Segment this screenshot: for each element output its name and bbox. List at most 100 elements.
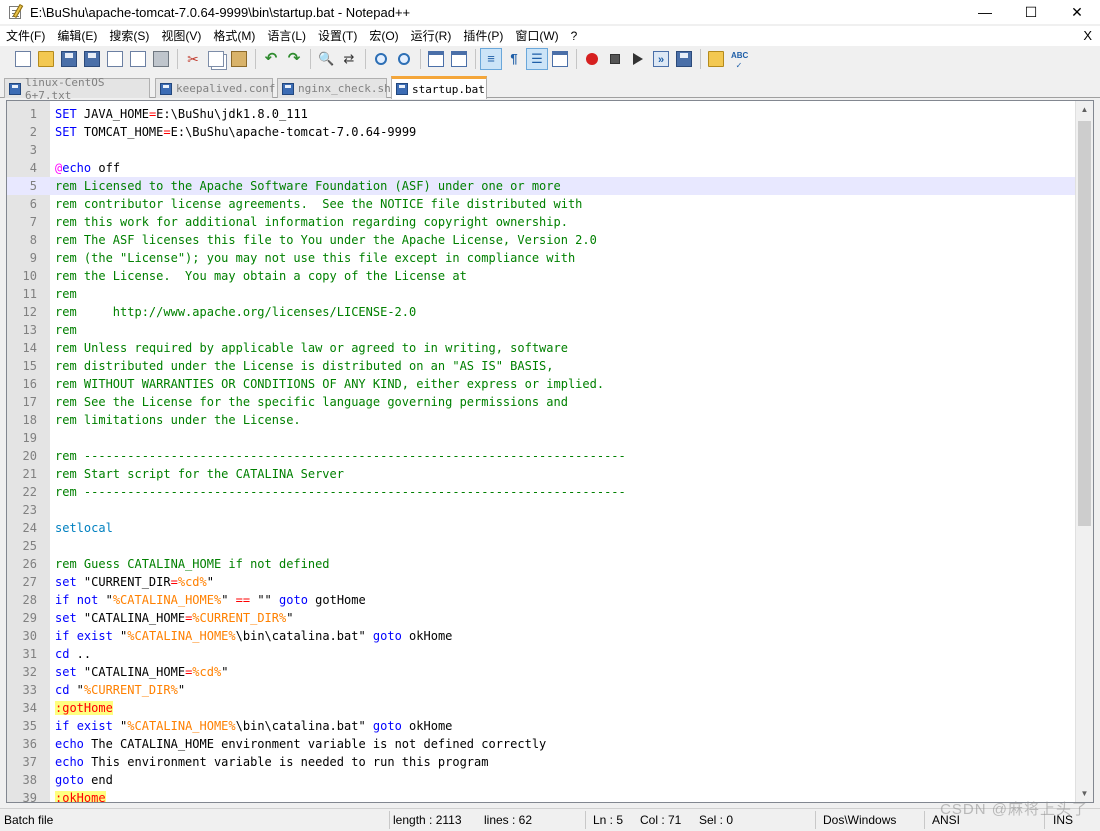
scroll-up-icon[interactable]: ▲: [1076, 101, 1093, 118]
code-line[interactable]: 20 rem ----------------------------------…: [7, 447, 1075, 465]
sync-vertical-button[interactable]: [425, 48, 447, 70]
save-button[interactable]: [58, 48, 80, 70]
scrollbar-thumb[interactable]: [1078, 121, 1091, 526]
tab-bar: linux-CentOS 6+7.txt keepalived.conf ngi…: [0, 74, 1100, 102]
code-line[interactable]: 34:gotHome: [7, 699, 1075, 717]
code-line[interactable]: 3: [7, 141, 1075, 159]
menu-view[interactable]: 视图(V): [155, 26, 207, 46]
tab-startup-bat[interactable]: startup.bat: [391, 76, 487, 99]
stop-record-button[interactable]: [604, 48, 626, 70]
save-all-button[interactable]: [81, 48, 103, 70]
code-line[interactable]: 4 @echo off: [7, 159, 1075, 177]
vertical-scrollbar[interactable]: ▲ ▼: [1075, 101, 1093, 802]
code-line[interactable]: 9 rem (the "License"); you may not use th…: [7, 249, 1075, 267]
find-button[interactable]: 🔍: [315, 48, 337, 70]
tab-nginx-check[interactable]: nginx_check.sh: [277, 78, 391, 98]
close-window-button[interactable]: ✕: [1054, 0, 1100, 24]
doc-map-button[interactable]: [549, 48, 571, 70]
tab-keepalived[interactable]: keepalived.conf: [155, 78, 275, 98]
code-line[interactable]: 25: [7, 537, 1075, 555]
menu-language[interactable]: 语言(L): [261, 26, 312, 46]
tab-linux-centos[interactable]: linux-CentOS 6+7.txt: [4, 76, 150, 102]
close-document-button[interactable]: X: [1083, 26, 1092, 46]
indent-guide-button[interactable]: ☰: [526, 48, 548, 70]
code-line[interactable]: 7 rem this work for additional informatio…: [7, 213, 1075, 231]
open-file-location-button[interactable]: [705, 48, 727, 70]
code-line[interactable]: 16 rem WITHOUT WARRANTIES OR CONDITIONS O…: [7, 375, 1075, 393]
save-macro-button[interactable]: [673, 48, 695, 70]
menu-plugins[interactable]: 插件(P): [457, 26, 509, 46]
sync-horizontal-button[interactable]: [448, 48, 470, 70]
menu-format[interactable]: 格式(M): [207, 26, 261, 46]
menu-search[interactable]: 搜索(S): [103, 26, 155, 46]
redo-button[interactable]: ↷: [283, 48, 305, 70]
paste-button[interactable]: [228, 48, 250, 70]
run-macro-multiple-button[interactable]: »: [650, 48, 672, 70]
code-line[interactable]: 24 setlocal: [7, 519, 1075, 537]
code-line[interactable]: 28 if not "%CATALINA_HOME%" == "" goto go…: [7, 591, 1075, 609]
code-line[interactable]: 26 rem Guess CATALINA_HOME if not defined: [7, 555, 1075, 573]
close-all-button[interactable]: [127, 48, 149, 70]
line-text: set "CURRENT_DIR=%cd%": [55, 573, 214, 591]
menu-settings[interactable]: 设置(T): [312, 26, 363, 46]
menu-macro[interactable]: 宏(O): [363, 26, 404, 46]
minimize-button[interactable]: —: [962, 0, 1008, 24]
code-editor[interactable]: 1 SET JAVA_HOME=E:\BuShu\jdk1.8.0_111 2 SET…: [6, 100, 1094, 803]
zoom-out-button[interactable]: [393, 48, 415, 70]
cut-button[interactable]: ✂: [182, 48, 204, 70]
spell-check-button[interactable]: ABC ✓: [728, 48, 750, 70]
record-macro-button[interactable]: [581, 48, 603, 70]
code-line[interactable]: 8 rem The ASF licenses this file to You u…: [7, 231, 1075, 249]
close-button[interactable]: [104, 48, 126, 70]
token: rem Guess CATALINA_HOME if not defined: [55, 557, 330, 571]
print-button[interactable]: [150, 48, 172, 70]
token: exist: [76, 629, 113, 643]
code-line[interactable]: 29 set "CATALINA_HOME=%CURRENT_DIR%": [7, 609, 1075, 627]
code-line[interactable]: 37 echo This environment variable is need…: [7, 753, 1075, 771]
line-text: rem distributed under the License is dis…: [55, 357, 554, 375]
new-file-button[interactable]: [12, 48, 34, 70]
code-line[interactable]: 10 rem the License. You may obtain a copy…: [7, 267, 1075, 285]
code-line[interactable]: 23: [7, 501, 1075, 519]
code-line[interactable]: 32 set "CATALINA_HOME=%cd%": [7, 663, 1075, 681]
undo-button[interactable]: ↶: [260, 48, 282, 70]
code-line[interactable]: 30 if exist "%CATALINA_HOME%\bin\catalina…: [7, 627, 1075, 645]
code-area[interactable]: 1 SET JAVA_HOME=E:\BuShu\jdk1.8.0_111 2 SET…: [7, 105, 1075, 802]
code-line[interactable]: 12 rem http://www.apache.org/licenses/LIC…: [7, 303, 1075, 321]
open-file-button[interactable]: [35, 48, 57, 70]
code-line[interactable]: 33 cd "%CURRENT_DIR%": [7, 681, 1075, 699]
code-line[interactable]: 1 SET JAVA_HOME=E:\BuShu\jdk1.8.0_111: [7, 105, 1075, 123]
code-line[interactable]: 6 rem contributor license agreements. See…: [7, 195, 1075, 213]
zoom-in-button[interactable]: [370, 48, 392, 70]
menu-window[interactable]: 窗口(W): [509, 26, 564, 46]
show-all-chars-button[interactable]: ¶: [503, 48, 525, 70]
playback-button[interactable]: [627, 48, 649, 70]
code-line[interactable]: 21 rem Start script for the CATALINA Serv…: [7, 465, 1075, 483]
replace-icon: ⇄: [343, 51, 355, 66]
code-line[interactable]: 36 echo The CATALINA_HOME environment var…: [7, 735, 1075, 753]
copy-button[interactable]: [205, 48, 227, 70]
code-line[interactable]: 14 rem Unless required by applicable law …: [7, 339, 1075, 357]
code-line[interactable]: 31 cd ..: [7, 645, 1075, 663]
word-wrap-button[interactable]: ≡: [480, 48, 502, 70]
code-line[interactable]: 2 SET TOMCAT_HOME=E:\BuShu\apache-tomcat-…: [7, 123, 1075, 141]
code-line[interactable]: 18 rem limitations under the License.: [7, 411, 1075, 429]
code-line[interactable]: 19: [7, 429, 1075, 447]
replace-button[interactable]: ⇄: [338, 48, 360, 70]
menu-file[interactable]: 文件(F): [0, 26, 51, 46]
code-line[interactable]: 13 rem: [7, 321, 1075, 339]
maximize-button[interactable]: ☐: [1008, 0, 1054, 24]
menu-edit[interactable]: 编辑(E): [51, 26, 103, 46]
code-line[interactable]: 27 set "CURRENT_DIR=%cd%": [7, 573, 1075, 591]
code-line[interactable]: 5 rem Licensed to the Apache Software Fou…: [7, 177, 1075, 195]
code-line[interactable]: 15 rem distributed under the License is d…: [7, 357, 1075, 375]
code-line[interactable]: 22 rem ----------------------------------…: [7, 483, 1075, 501]
code-line[interactable]: 17 rem See the License for the specific l…: [7, 393, 1075, 411]
code-line[interactable]: 38 goto end: [7, 771, 1075, 789]
code-line[interactable]: 35 if exist "%CATALINA_HOME%\bin\catalina…: [7, 717, 1075, 735]
toolbar-separator: [576, 49, 577, 69]
menu-help[interactable]: ?: [565, 26, 584, 46]
code-line[interactable]: 11 rem: [7, 285, 1075, 303]
code-line[interactable]: 39:okHome: [7, 789, 1075, 802]
menu-run[interactable]: 运行(R): [405, 26, 458, 46]
